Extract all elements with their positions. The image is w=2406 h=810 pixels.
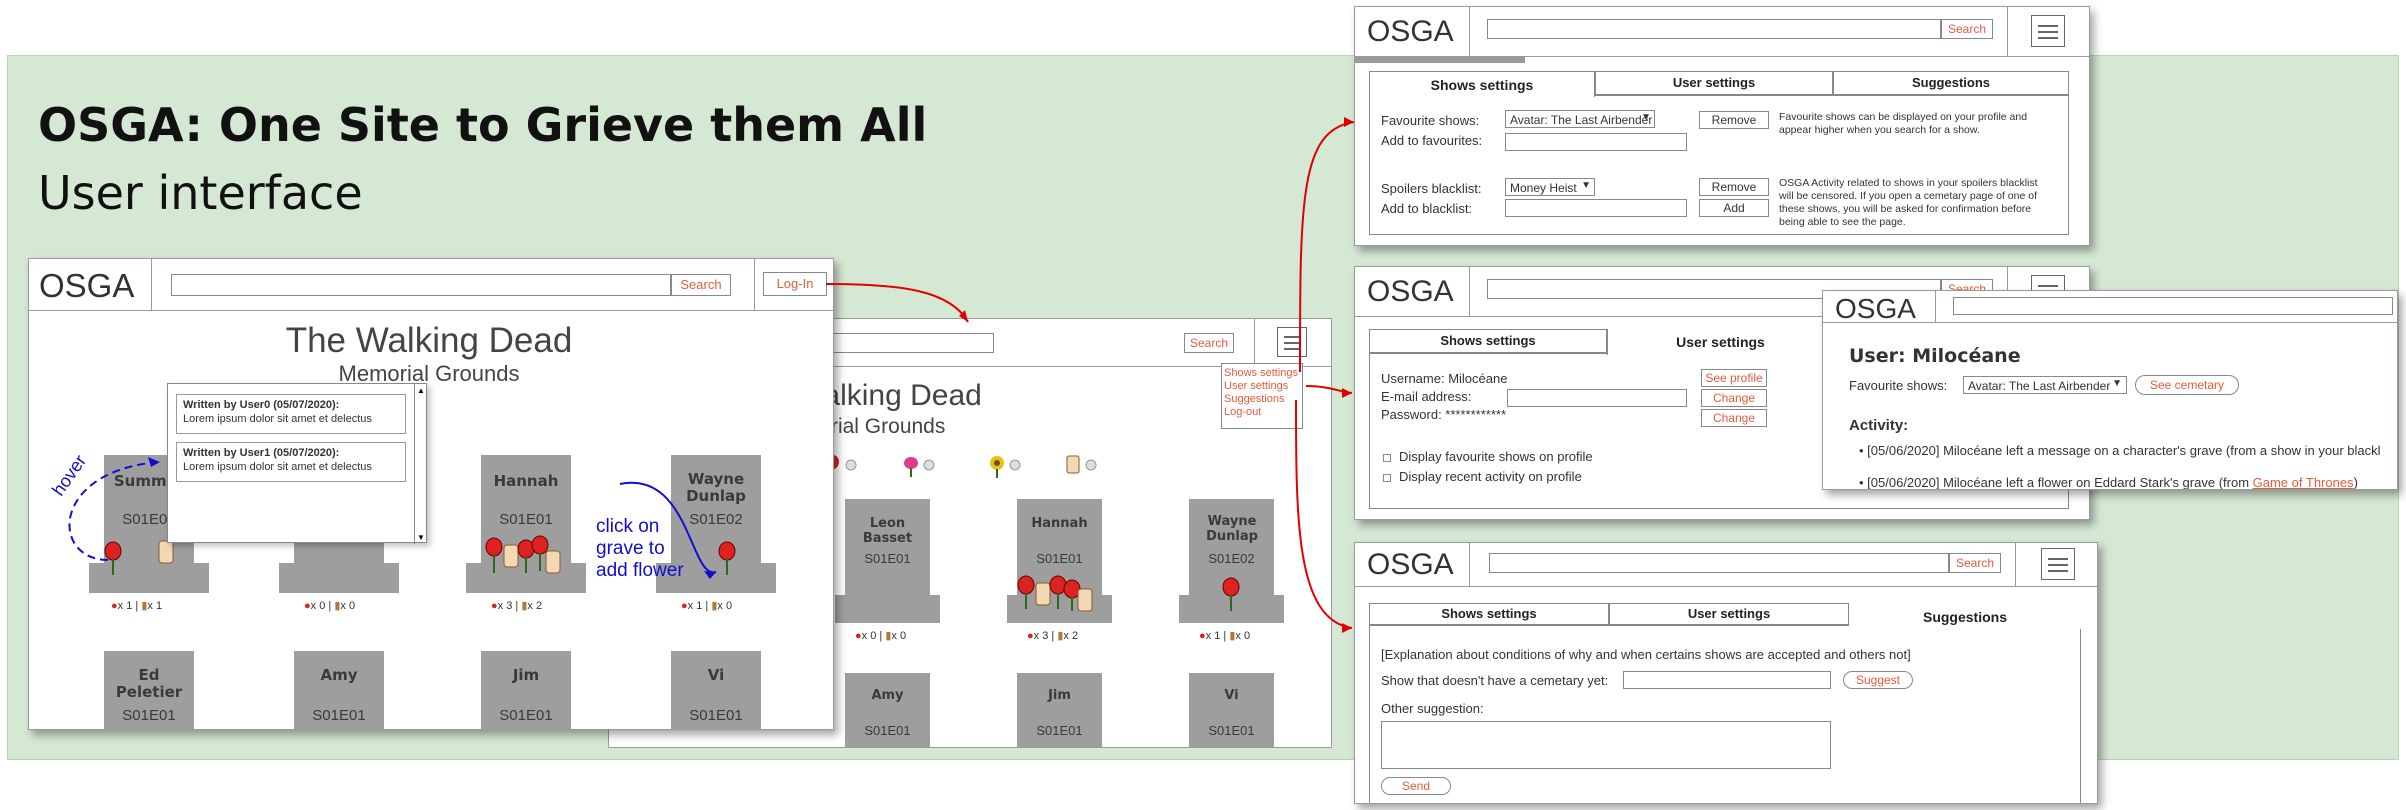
favourite-hint: Favourite shows can be displayed on your…: [1779, 111, 2028, 137]
blacklist-hint: OSGA Activity related to shows in your s…: [1779, 177, 2038, 229]
dropdown-arrow-icon: ▼: [2112, 378, 2122, 389]
add-blacklist-input[interactable]: [1505, 199, 1687, 217]
activity-label: Activity:: [1849, 417, 1909, 434]
other-suggestion-textarea[interactable]: [1381, 721, 1831, 769]
click-annotation: click on grave to add flower: [596, 516, 684, 581]
spoilers-blacklist-label: Spoilers blacklist:: [1381, 181, 1482, 196]
header-divider: [2015, 543, 2016, 587]
remove-favourite-button[interactable]: Remove: [1699, 111, 1769, 129]
hover-arrow: [68, 461, 161, 561]
osga-logo[interactable]: OSGA: [1367, 275, 1454, 309]
activity-text-end: ): [2353, 475, 2358, 490]
show-activity-label: Display recent activity on profile: [1399, 469, 1582, 484]
search-button[interactable]: Search: [1949, 553, 2001, 573]
suggest-button[interactable]: Suggest: [1843, 671, 1913, 689]
add-blacklist-label: Add to blacklist:: [1381, 201, 1473, 216]
tab-suggestions[interactable]: Suggestions: [1833, 71, 2069, 95]
profile-username: User: Milocéane: [1849, 345, 2021, 367]
osga-logo[interactable]: OSGA: [1367, 548, 1454, 582]
dropdown-arrow-icon: ▼: [1581, 180, 1591, 191]
add-favourite-input[interactable]: [1505, 133, 1687, 151]
activity-text: [05/06/2020] Milocéane left a flower on …: [1867, 475, 2253, 490]
email-label: E-mail address:: [1381, 389, 1472, 404]
tab-user-settings[interactable]: User settings: [1609, 603, 1849, 625]
remove-blacklist-button[interactable]: Remove: [1699, 178, 1769, 196]
tab-user-settings[interactable]: User settings: [1595, 71, 1833, 95]
add-blacklist-button[interactable]: Add: [1699, 199, 1769, 217]
header-bar: OSGA Search: [1355, 7, 2089, 57]
show-activity-checkbox[interactable]: [1383, 474, 1391, 482]
show-favourites-checkbox[interactable]: [1383, 454, 1391, 462]
send-button[interactable]: Send: [1381, 777, 1451, 795]
favourite-shows-select[interactable]: Avatar: The Last Airbender ▼: [1505, 110, 1655, 128]
tab-user-settings[interactable]: User settings: [1607, 329, 1833, 355]
spoilers-blacklist-select[interactable]: Money Heist ▼: [1505, 178, 1595, 196]
game-of-thrones-link[interactable]: Game of Thrones: [2253, 475, 2354, 489]
hamburger-menu-icon[interactable]: [2031, 15, 2065, 47]
search-button[interactable]: Search: [1941, 19, 1993, 39]
change-email-button[interactable]: Change: [1701, 389, 1767, 407]
profile-favourite-value: Avatar: The Last Airbender: [1968, 379, 2111, 393]
header-divider: [1469, 543, 1470, 587]
show-favourites-label: Display favourite shows on profile: [1399, 449, 1593, 464]
header-divider: [1469, 267, 1470, 317]
activity-item[interactable]: • [05/06/2020] Milocéane left a flower o…: [1859, 475, 2358, 490]
search-input[interactable]: [1489, 553, 1949, 573]
profile-window: OSGA User: Milocéane Favourite shows: Av…: [1822, 290, 2398, 490]
other-suggestion-label: Other suggestion:: [1381, 701, 1484, 716]
tab-shows-settings[interactable]: Shows settings: [1369, 71, 1595, 97]
header-divider: [1469, 7, 1470, 57]
search-input[interactable]: [1487, 19, 1941, 39]
header-bar: OSGA Search: [1355, 543, 2097, 587]
header-divider: [1935, 291, 1936, 323]
hamburger-menu-icon[interactable]: [2041, 548, 2075, 580]
header-bar: OSGA: [1823, 291, 2397, 325]
header-divider: [2007, 7, 2008, 57]
blacklist-value: Money Heist: [1510, 181, 1577, 195]
email-input[interactable]: [1507, 389, 1687, 407]
new-show-input[interactable]: [1623, 671, 1831, 689]
activity-text: [05/06/2020] Milocéane left a message on…: [1867, 443, 2381, 458]
profile-favourite-select[interactable]: Avatar: The Last Airbender ▼: [1963, 376, 2127, 394]
osga-logo[interactable]: OSGA: [1835, 293, 1916, 325]
tab-shows-settings[interactable]: Shows settings: [1369, 329, 1607, 353]
suggestions-explanation: [Explanation about conditions of why and…: [1381, 647, 1911, 662]
dropdown-arrow-icon: ▼: [1641, 112, 1651, 123]
see-profile-button[interactable]: See profile: [1701, 369, 1767, 387]
tab-shows-settings[interactable]: Shows settings: [1369, 603, 1609, 625]
see-cemetary-button[interactable]: See cemetary: [2135, 375, 2239, 395]
scroll-indicator: [1355, 57, 1525, 63]
password-label: Password: ************: [1381, 407, 1507, 422]
profile-favourite-label: Favourite shows:: [1849, 378, 1948, 393]
search-input[interactable]: [1953, 297, 2393, 315]
login-arrow: [825, 283, 969, 323]
click-arrow-head: [704, 571, 716, 579]
favourite-shows-label: Favourite shows:: [1381, 113, 1480, 128]
activity-item[interactable]: • [05/06/2020] Milocéane left a message …: [1859, 443, 2381, 458]
menu-arrow-shows: [1299, 121, 1355, 373]
favourite-shows-value: Avatar: The Last Airbender: [1510, 113, 1653, 127]
suggestions-window: OSGA Search Shows settings User settings…: [1354, 542, 2098, 804]
menu-arrow-suggestions: [1295, 399, 1353, 629]
username-label: Username: Milocéane: [1381, 371, 1508, 386]
hover-arrow-head: [148, 457, 160, 467]
tab-suggestions[interactable]: Suggestions: [1849, 603, 2081, 629]
shows-settings-window: OSGA Search Shows settings User settings…: [1354, 6, 2090, 246]
change-password-button[interactable]: Change: [1701, 409, 1767, 427]
new-show-label: Show that doesn't have a cemetary yet:: [1381, 673, 1609, 688]
osga-logo[interactable]: OSGA: [1367, 15, 1454, 49]
add-favourite-label: Add to favourites:: [1381, 133, 1483, 148]
